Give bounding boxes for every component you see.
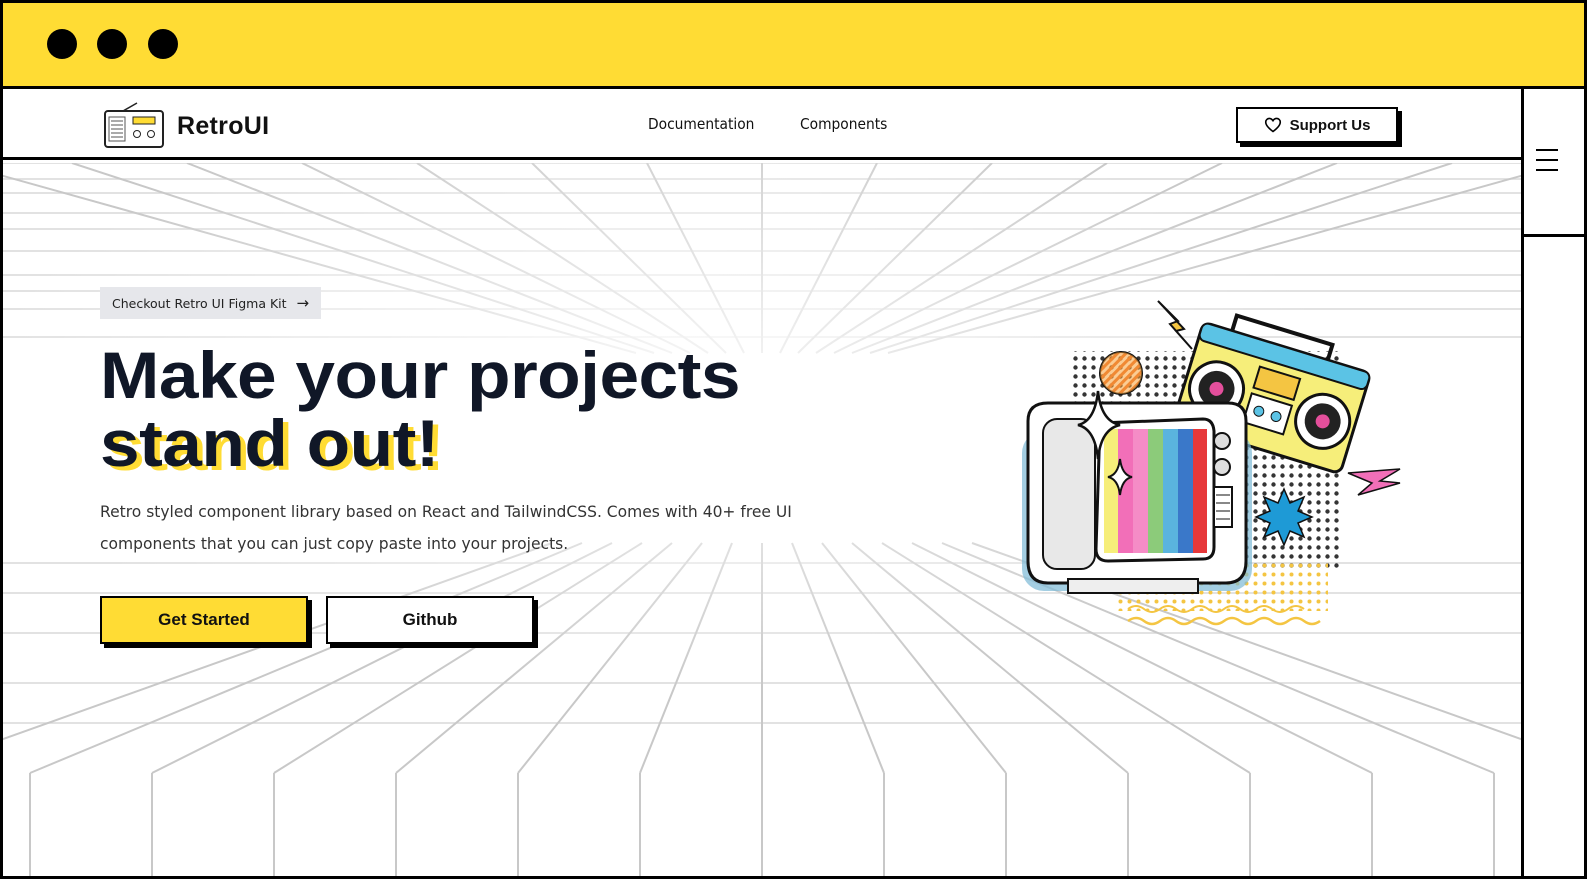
retro-tv-boombox-illustration xyxy=(1022,300,1401,626)
page-title: Make your projects stand out! xyxy=(100,341,740,477)
nav-link-documentation[interactable]: Documentation xyxy=(648,115,754,133)
brand-name: RetroUI xyxy=(177,111,270,140)
window-title-bar xyxy=(3,3,1584,89)
logo[interactable]: RetroUI xyxy=(103,101,269,151)
support-us-button[interactable]: Support Us xyxy=(1236,107,1398,143)
menu-toggle[interactable] xyxy=(1524,89,1584,237)
nav-links: Documentation Components xyxy=(648,115,895,133)
support-us-label: Support Us xyxy=(1289,116,1371,134)
headline-line-1: Make your projects xyxy=(100,338,740,412)
window-dot-icon[interactable] xyxy=(97,29,127,59)
figma-kit-link[interactable]: Checkout Retro UI Figma Kit → xyxy=(100,287,322,319)
get-started-button[interactable]: Get Started xyxy=(100,596,308,644)
hamburger-menu-icon[interactable] xyxy=(1536,149,1558,175)
hero-subtitle: Retro styled component library based on … xyxy=(100,502,792,553)
window-dot-icon[interactable] xyxy=(47,29,77,59)
figma-kit-label: Checkout Retro UI Figma Kit xyxy=(112,295,287,311)
headline-line-2: stand out! xyxy=(100,406,440,480)
top-navigation: RetroUI Documentation Components Support… xyxy=(3,89,1521,160)
arrow-right-icon: → xyxy=(296,294,310,312)
browser-frame: RetroUI Documentation Components Support… xyxy=(0,0,1587,879)
radio-icon xyxy=(104,102,164,148)
right-side-panel xyxy=(1521,89,1584,876)
heart-icon xyxy=(1264,117,1281,133)
window-dot-icon[interactable] xyxy=(148,29,178,59)
github-button[interactable]: Github xyxy=(326,596,534,644)
nav-link-components[interactable]: Components xyxy=(800,115,887,133)
hero-section: Checkout Retro UI Figma Kit → Make your … xyxy=(3,163,1521,876)
